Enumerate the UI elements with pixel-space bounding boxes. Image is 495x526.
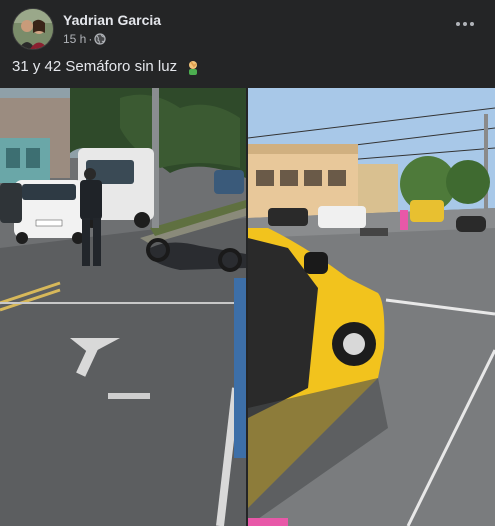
- post-meta: Yadrian Garcia 15 h ·: [63, 11, 161, 47]
- separator-dot: ·: [88, 32, 93, 46]
- post-subline: 15 h ·: [63, 31, 161, 47]
- facebook-post: Yadrian Garcia 15 h · 31 y 42 Semáforo s…: [0, 0, 495, 526]
- post-header: Yadrian Garcia 15 h ·: [12, 8, 161, 50]
- more-horizontal-icon: [456, 22, 474, 26]
- post-caption: 31 y 42 Semáforo sin luz: [12, 58, 201, 75]
- photo-right[interactable]: [248, 88, 495, 526]
- photo-grid: [0, 88, 495, 526]
- avatar[interactable]: [12, 8, 54, 50]
- man-facepalming-icon: [185, 59, 201, 75]
- photo-left[interactable]: [0, 88, 246, 526]
- globe-icon[interactable]: [94, 33, 107, 45]
- caption-text: 31 y 42 Semáforo sin luz: [12, 58, 178, 75]
- author-name[interactable]: Yadrian Garcia: [63, 11, 161, 29]
- post-time[interactable]: 15 h: [63, 31, 86, 47]
- more-options-button[interactable]: [453, 14, 477, 34]
